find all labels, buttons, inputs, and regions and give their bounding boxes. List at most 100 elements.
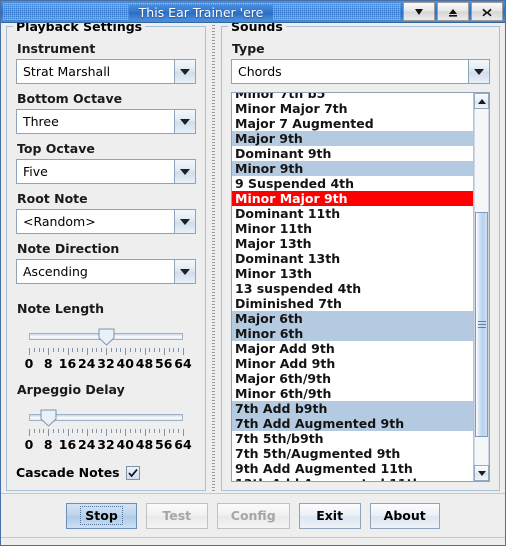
slider-minor-tick	[115, 429, 117, 433]
scrollbar-thumb[interactable]	[475, 212, 488, 437]
list-item[interactable]: Major 13th	[232, 236, 473, 251]
root-note-combobox[interactable]: <Random>	[16, 209, 196, 234]
arpeggio-delay-slider[interactable]	[19, 408, 193, 428]
top-octave-combobox[interactable]: Five	[16, 159, 196, 184]
list-item[interactable]: Minor Major 9th	[232, 191, 473, 206]
note-length-slider[interactable]	[19, 327, 193, 347]
slider-major-tick	[29, 348, 30, 355]
list-item[interactable]: Minor 11th	[232, 221, 473, 236]
slider-minor-tick	[158, 348, 160, 352]
instrument-combobox[interactable]: Strat Marshall	[16, 59, 196, 84]
note-direction-combobox[interactable]: Ascending	[16, 259, 196, 284]
slider-minor-tick	[154, 348, 156, 352]
slider-minor-tick	[139, 429, 141, 433]
slider-minor-tick	[43, 348, 45, 352]
about-button[interactable]: About	[369, 502, 440, 529]
slider-minor-tick	[101, 348, 103, 352]
list-item[interactable]: Major 9th	[232, 131, 473, 146]
slider-thumb[interactable]	[98, 328, 115, 346]
type-dropdown-arrow[interactable]	[468, 60, 489, 83]
minimize-button[interactable]	[403, 2, 435, 21]
slider-major-tick	[106, 429, 107, 436]
bottom-octave-value: Three	[17, 110, 174, 133]
scroll-down-button[interactable]	[474, 465, 489, 481]
top-octave-value: Five	[17, 160, 174, 183]
chevron-down-icon	[180, 118, 190, 125]
list-item[interactable]: Minor 6th	[232, 326, 473, 341]
slider-thumb[interactable]	[40, 409, 57, 427]
list-item[interactable]: Minor Major 7th	[232, 101, 473, 116]
list-item[interactable]: Major 6th/9th	[232, 371, 473, 386]
instrument-label: Instrument	[17, 41, 96, 56]
list-item[interactable]: Dominant 13th	[232, 251, 473, 266]
slider-tick-label: 32	[97, 356, 115, 371]
list-item[interactable]: 7th Add Augmented 9th	[232, 416, 473, 431]
slider-minor-tick	[38, 348, 40, 352]
action-button-bar: Stop Test Config Exit About	[1, 493, 505, 537]
slider-minor-tick	[178, 429, 180, 433]
slider-minor-tick	[110, 348, 112, 352]
type-combobox[interactable]: Chords	[231, 59, 490, 84]
slider-tick-label: 24	[78, 356, 96, 371]
list-item[interactable]: Minor 7th b5	[232, 93, 473, 101]
list-item[interactable]: 7th Add b9th	[232, 401, 473, 416]
sounds-list-scrollbar[interactable]	[473, 93, 489, 481]
list-item[interactable]: Diminished 7th	[232, 296, 473, 311]
slider-minor-tick	[77, 348, 79, 352]
slider-tick-label: 0	[24, 356, 34, 371]
slider-minor-tick	[53, 429, 55, 433]
slider-minor-tick	[81, 429, 83, 433]
top-octave-dropdown-arrow[interactable]	[174, 160, 195, 183]
slider-minor-tick	[120, 348, 122, 352]
list-item[interactable]: Major 6th	[232, 311, 473, 326]
playback-settings-group: Playback Settings Instrument Strat Marsh…	[6, 23, 206, 491]
slider-tick-label: 64	[174, 356, 192, 371]
instrument-dropdown-arrow[interactable]	[174, 60, 195, 83]
note-direction-dropdown-arrow[interactable]	[174, 260, 195, 283]
list-item[interactable]: Major 7 Augmented	[232, 116, 473, 131]
list-item[interactable]: 9 Suspended 4th	[232, 176, 473, 191]
list-item[interactable]: Major Add 9th	[232, 341, 473, 356]
slider-tick-label: 40	[116, 437, 134, 452]
list-item[interactable]: 7th 5th/b9th	[232, 431, 473, 446]
maximize-button[interactable]	[437, 2, 469, 21]
slider-major-tick	[163, 348, 165, 355]
list-item[interactable]: Minor 6th/9th	[232, 386, 473, 401]
button-label: Stop	[80, 506, 123, 525]
close-button[interactable]	[471, 2, 503, 21]
slider-major-tick	[125, 429, 127, 436]
stop-button[interactable]: Stop	[66, 502, 137, 529]
list-item[interactable]: Minor 9th	[232, 161, 473, 176]
slider-tick-label: 40	[116, 356, 134, 371]
scroll-up-button[interactable]	[474, 93, 489, 109]
list-item[interactable]: Minor Add 9th	[232, 356, 473, 371]
cascade-notes-row[interactable]: Cascade Notes	[16, 465, 196, 480]
slider-minor-tick	[72, 348, 74, 352]
list-item[interactable]: Minor 13th	[232, 266, 473, 281]
chevron-down-icon	[474, 68, 484, 75]
note-direction-label: Note Direction	[17, 241, 120, 256]
title-bar[interactable]: This Ear Trainer 'ere	[1, 1, 505, 23]
slider-tick-label: 56	[155, 356, 173, 371]
list-item[interactable]: 13 suspended 4th	[232, 281, 473, 296]
slider-major-tick	[48, 348, 50, 355]
list-item[interactable]: 13th Add Augmented 11th	[232, 476, 473, 481]
list-item[interactable]: Dominant 11th	[232, 206, 473, 221]
window-title-text: This Ear Trainer 'ere	[128, 4, 274, 20]
split-pane-divider[interactable]	[209, 23, 218, 493]
root-note-dropdown-arrow[interactable]	[174, 210, 195, 233]
bottom-octave-dropdown-arrow[interactable]	[174, 110, 195, 133]
exit-button[interactable]: Exit	[298, 502, 361, 529]
note-length-label: Note Length	[17, 301, 105, 316]
slider-thumb-icon	[40, 409, 57, 427]
list-item[interactable]: 7th 5th/Augmented 9th	[232, 446, 473, 461]
slider-major-tick	[106, 348, 107, 355]
cascade-notes-checkbox[interactable]	[125, 465, 140, 480]
scrollbar-track[interactable]	[474, 109, 489, 465]
status-bar	[1, 537, 505, 545]
list-item[interactable]: Dominant 9th	[232, 146, 473, 161]
bottom-octave-combobox[interactable]: Three	[16, 109, 196, 134]
list-item[interactable]: 9th Add Augmented 11th	[232, 461, 473, 476]
main-content: Playback Settings Instrument Strat Marsh…	[1, 23, 505, 493]
sounds-list-view[interactable]: Minor 7th b5 Minor Major 7th Major 7 Augme…	[232, 93, 473, 481]
